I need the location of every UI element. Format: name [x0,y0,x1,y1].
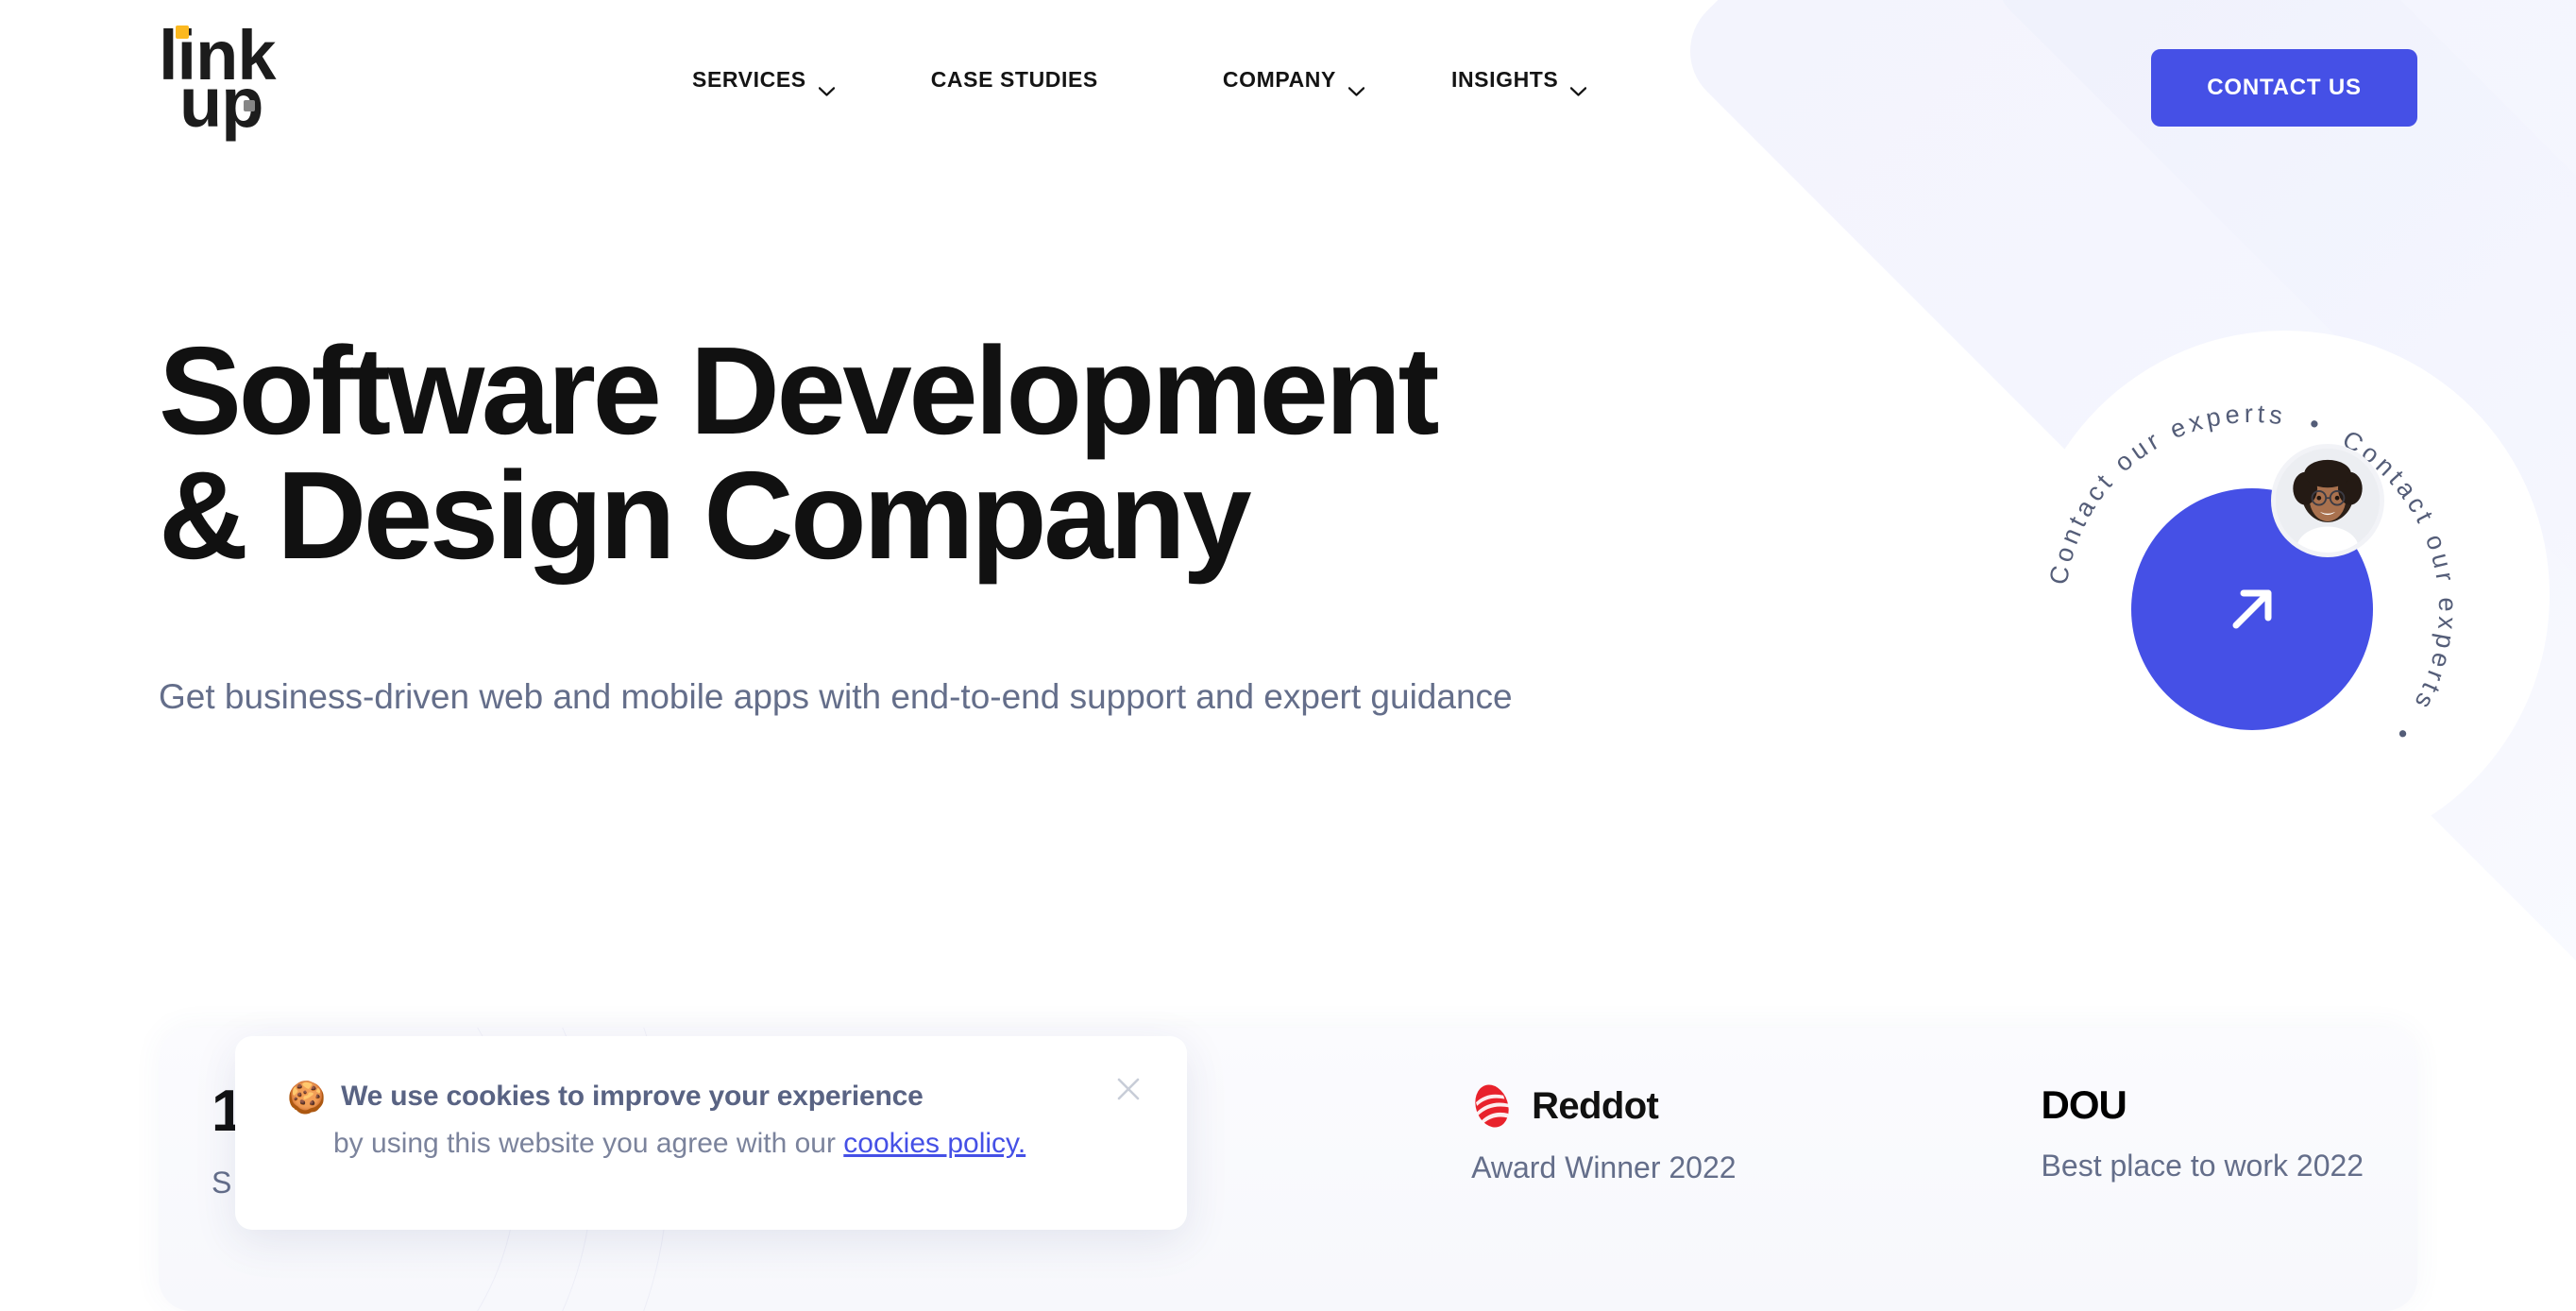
award-reddot: Reddot Award Winner 2022 [1471,1082,1847,1185]
contact-experts-badge[interactable]: Contact our experts • Contact our expert… [2030,387,2474,831]
nav-item-label: INSIGHTS [1450,66,1559,92]
avatar-expert-photo [2276,449,2380,553]
logo-orange-dot-icon [176,26,189,39]
nav-item-label: CASE STUDIES [930,66,1098,92]
hero-subtitle: Get business-driven web and mobile apps … [159,677,1513,716]
site-header: link up SERVICES CASE STUDIES COMPANY IN… [0,0,2576,159]
logo[interactable]: link up [159,21,281,138]
cookie-banner-body-text: by using this website you agree with our [333,1128,844,1159]
close-icon[interactable] [1104,1064,1153,1114]
award-subtitle: Award Winner 2022 [1471,1150,1737,1184]
award-dou: DOU Best place to work 2022 [2042,1082,2417,1183]
contact-us-button[interactable]: CONTACT US [2151,49,2417,127]
reddot-sphere-icon [1471,1082,1513,1130]
cookie-icon: 🍪 [287,1079,327,1115]
avatar [2271,444,2384,557]
main-navigation: SERVICES CASE STUDIES COMPANY INSIGHTS [692,0,1587,159]
chevron-down-icon [1570,77,1587,96]
nav-item-services[interactable]: SERVICES [692,66,835,96]
award-subtitle: Best place to work 2022 [2041,1149,2364,1183]
cookie-banner-body: by using this website you agree with our… [333,1128,1025,1160]
nav-item-insights[interactable]: INSIGHTS [1450,66,1587,96]
hero-title-line-1: Software Development [159,321,1440,460]
arrow-up-right-icon [2218,575,2286,643]
cookie-banner: 🍪 We use cookies to improve your experie… [235,1036,1187,1230]
nav-item-company[interactable]: COMPANY [1222,66,1365,96]
cookies-policy-link[interactable]: cookies policy. [843,1128,1025,1159]
hero-title-line-2: & Design Company [159,446,1252,585]
chevron-down-icon [818,77,835,96]
chevron-down-icon [1347,77,1365,96]
nav-item-label: COMPANY [1222,66,1336,92]
logo-gray-dot-icon [244,100,255,111]
page-title: Software Development & Design Company [159,329,1764,578]
dou-wordmark-icon: DOU [2041,1082,2127,1127]
award-name: Reddot [1532,1084,1659,1127]
hero-section: Software Development & Design Company Ge… [159,329,1764,725]
nav-item-case-studies[interactable]: CASE STUDIES [931,67,1098,93]
nav-item-label: SERVICES [692,66,806,92]
cookie-banner-title: We use cookies to improve your experienc… [341,1081,924,1112]
